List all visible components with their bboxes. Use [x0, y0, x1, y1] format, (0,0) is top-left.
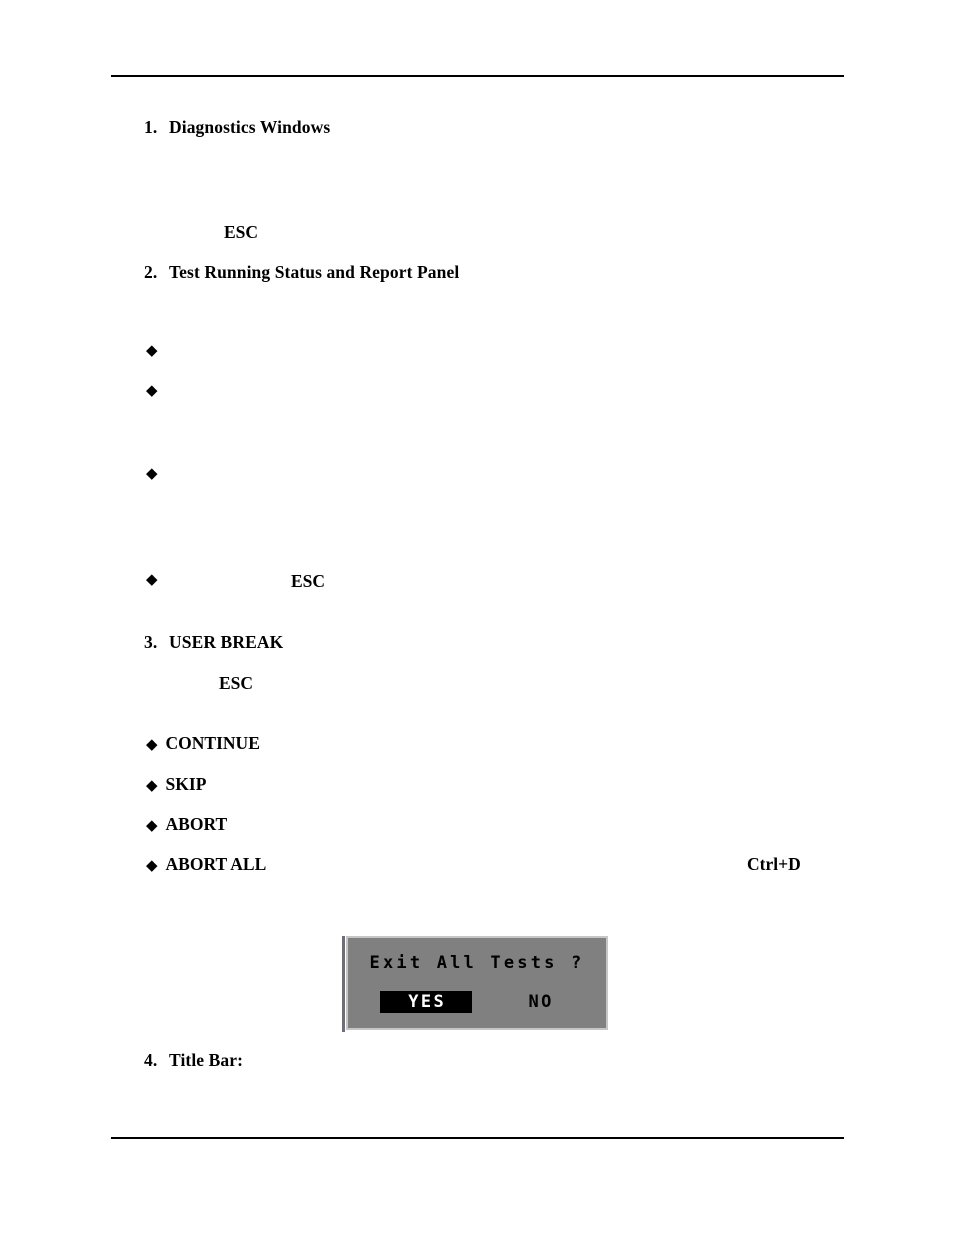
section-number-1: 1. [144, 117, 158, 137]
esc-keyword-section1: ESC [224, 222, 259, 242]
yes-button[interactable]: YES [380, 991, 472, 1013]
section-heading-3: 3. USER BREAK [144, 632, 284, 652]
section-title-4: Title Bar: [169, 1050, 244, 1070]
list-item: ◆ [146, 344, 166, 359]
section-title-3: USER BREAK [169, 632, 284, 652]
list-item-label: ABORT [165, 814, 228, 834]
section-number-3: 3. [144, 632, 158, 652]
dialog-shadow [342, 936, 345, 1032]
diamond-bullet-icon: ◆ [146, 778, 158, 794]
list-item-label: CONTINUE [165, 733, 260, 753]
ctrl-d-keyword: Ctrl+D [747, 854, 801, 874]
list-item-label: ABORT ALL [165, 854, 267, 874]
section-heading-2: 2. Test Running Status and Report Panel [144, 262, 460, 282]
footer-rule [111, 1137, 844, 1139]
list-item: ◆ [146, 467, 166, 482]
diamond-bullet-icon: ◆ [146, 383, 158, 399]
diamond-bullet-icon: ◆ [146, 737, 158, 753]
section-heading-1: 1. Diagnostics Windows [144, 117, 331, 137]
list-item: ◆ [146, 573, 166, 588]
section-title-2: Test Running Status and Report Panel [169, 262, 460, 282]
diamond-bullet-icon: ◆ [146, 818, 158, 834]
dialog-button-row: YES NO [348, 991, 606, 1015]
no-button[interactable]: NO [510, 991, 570, 1013]
esc-keyword-section3: ESC [219, 673, 254, 693]
manual-page: 1. Diagnostics Windows ESC 2. Test Running… [0, 0, 954, 1235]
section-heading-4: 4. Title Bar: [144, 1050, 244, 1070]
diamond-bullet-icon: ◆ [146, 858, 158, 874]
exit-all-tests-dialog: Exit All Tests ? YES NO [346, 936, 608, 1030]
diamond-bullet-icon: ◆ [146, 343, 158, 359]
diamond-bullet-icon: ◆ [146, 466, 158, 482]
section-number-2: 2. [144, 262, 158, 282]
list-item-label: SKIP [165, 774, 207, 794]
dialog-title: Exit All Tests ? [369, 953, 585, 973]
section-number-4: 4. [144, 1050, 158, 1070]
list-item: ◆ [146, 384, 166, 399]
header-rule [111, 75, 844, 77]
list-item-abort-all: ◆ ABORT ALL [146, 854, 267, 874]
diamond-bullet-icon: ◆ [146, 572, 158, 588]
esc-keyword-section2: ESC [291, 571, 326, 591]
section-title-1: Diagnostics Windows [169, 117, 331, 137]
list-item-abort: ◆ ABORT [146, 814, 228, 834]
list-item-continue: ◆ CONTINUE [146, 733, 260, 753]
list-item-skip: ◆ SKIP [146, 774, 207, 794]
